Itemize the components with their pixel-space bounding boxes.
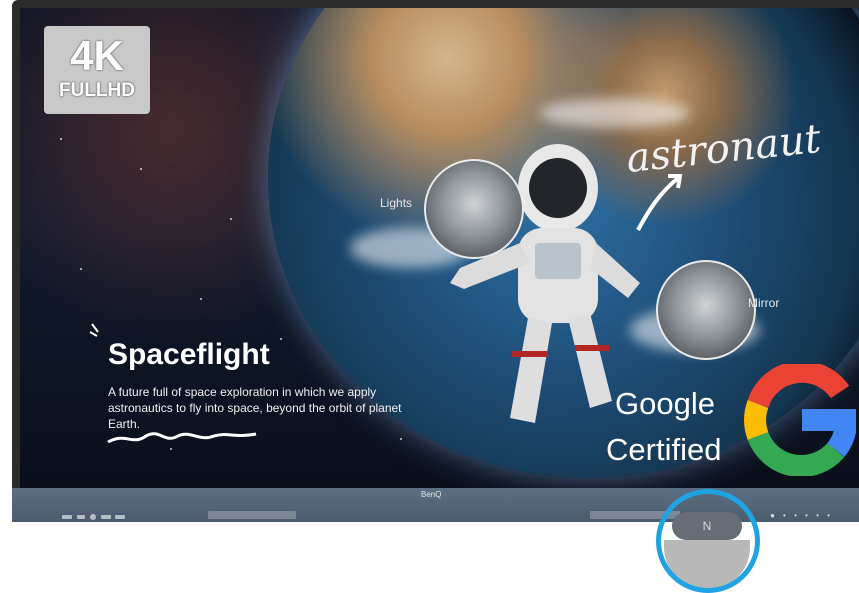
front-port[interactable] bbox=[62, 515, 72, 519]
lights-label: Lights bbox=[380, 196, 413, 210]
slide-description: A future full of space exploration in wh… bbox=[108, 385, 402, 431]
google-label: Google bbox=[615, 386, 715, 421]
brand-logo: BenQ bbox=[421, 490, 442, 499]
scribble-underline bbox=[107, 432, 257, 444]
curved-arrow-icon bbox=[636, 174, 683, 231]
lights-zoom-callout bbox=[424, 159, 524, 259]
nfc-highlight-ring bbox=[656, 489, 760, 593]
spark-icon bbox=[89, 323, 99, 337]
front-port[interactable] bbox=[77, 515, 85, 519]
indicator-lights: ● • • • • • bbox=[770, 511, 833, 520]
mirror-label: Mirror bbox=[748, 296, 780, 310]
badge-format: FULLHD bbox=[59, 80, 135, 101]
front-port[interactable] bbox=[101, 515, 111, 519]
power-button[interactable] bbox=[90, 514, 96, 520]
mirror-zoom-callout bbox=[656, 260, 756, 360]
google-g-logo bbox=[744, 364, 856, 476]
speaker-grille bbox=[208, 511, 296, 519]
slide-title: Spaceflight bbox=[108, 338, 270, 371]
interactive-display: 4K FULLHD Lights Mirror astronaut Spacef… bbox=[12, 0, 859, 522]
4k-fullhd-badge: 4K FULLHD bbox=[44, 26, 150, 114]
certified-label: Certified bbox=[606, 432, 722, 467]
front-port[interactable] bbox=[115, 515, 125, 519]
badge-resolution: 4K bbox=[70, 32, 124, 79]
display-screen: 4K FULLHD Lights Mirror astronaut Spacef… bbox=[20, 8, 859, 488]
